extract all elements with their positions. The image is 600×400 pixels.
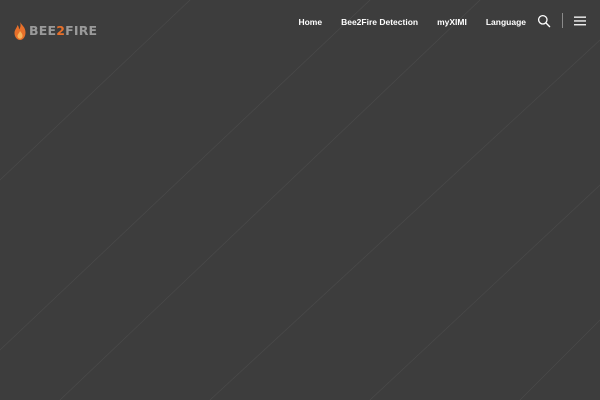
- main-nav: Home Bee2Fire Detection myXIMI Language: [279, 13, 526, 31]
- hamburger-menu-icon[interactable]: [574, 16, 586, 26]
- nav-item-bee2fire-detection[interactable]: Bee2Fire Detection: [341, 17, 418, 27]
- nav-item-myximi[interactable]: myXIMI: [437, 17, 467, 27]
- background-diagonal-lines: [0, 0, 600, 400]
- flame-icon: [14, 22, 26, 40]
- page: BEE2FIRE Home Bee2Fire Detection myXIMI …: [0, 0, 600, 400]
- site-logo[interactable]: BEE2FIRE: [12, 20, 97, 42]
- nav-item-language[interactable]: Language: [486, 17, 526, 27]
- search-icon[interactable]: [537, 14, 551, 28]
- header-divider: [562, 13, 563, 28]
- logo-wordmark: BEE2FIRE: [29, 22, 98, 38]
- site-header: BEE2FIRE Home Bee2Fire Detection myXIMI …: [0, 0, 600, 44]
- nav-item-home[interactable]: Home: [298, 17, 322, 27]
